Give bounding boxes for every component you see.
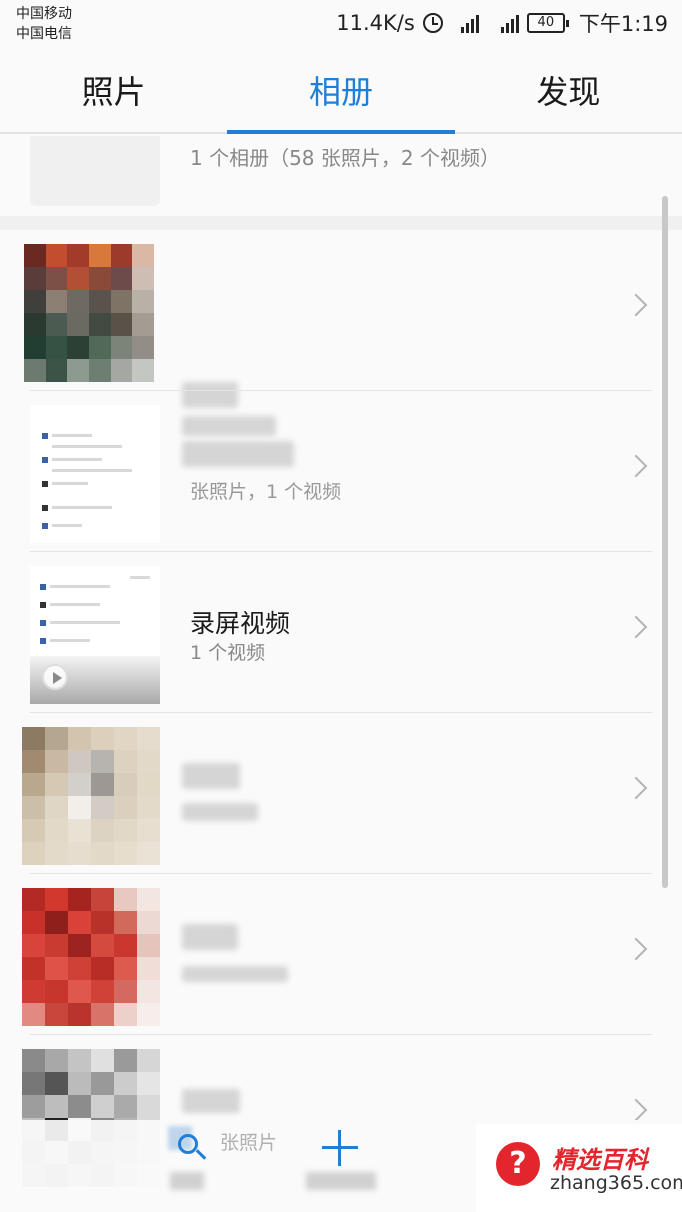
tab-photos[interactable]: 照片 xyxy=(0,50,227,132)
toolbar-label-blurred xyxy=(170,1172,204,1190)
album-item[interactable]: 张照片，1 个视频 xyxy=(0,391,682,552)
summary-thumbnail xyxy=(30,136,160,206)
search-button[interactable] xyxy=(172,1128,212,1168)
screenshot-thumbnail xyxy=(30,405,160,543)
album-summary-row[interactable]: 1 个相册（58 张照片，2 个视频） xyxy=(0,136,682,216)
album-thumbnail xyxy=(24,244,154,382)
status-bar: 中国移动 中国电信 11.4K/s 40 下午1:19 xyxy=(0,0,682,50)
album-count: 张照片，1 个视频 xyxy=(190,481,342,503)
carrier-info: 中国移动 中国电信 xyxy=(16,4,72,44)
album-thumbnail xyxy=(22,888,160,1026)
pixelated-thumbnail xyxy=(24,244,154,382)
album-thumbnail xyxy=(30,566,160,704)
add-album-button[interactable] xyxy=(322,1130,358,1166)
album-count-blurred xyxy=(182,966,288,982)
status-indicators: 11.4K/s 40 下午1:19 xyxy=(336,8,668,38)
video-thumbnail xyxy=(30,566,160,704)
network-speed: 11.4K/s xyxy=(336,11,415,35)
alarm-clock-icon xyxy=(422,13,443,33)
album-list: 1 个相册（58 张照片，2 个视频） 张照片，1 个视频 录屏视频 1 个视频 xyxy=(0,136,682,1196)
album-item[interactable] xyxy=(0,874,682,1035)
album-item[interactable] xyxy=(0,230,682,436)
battery-icon: 40 xyxy=(526,13,569,33)
chevron-right-icon xyxy=(624,293,648,317)
question-mark-icon: ? xyxy=(496,1142,540,1186)
top-tab-bar: 照片 相册 发现 xyxy=(0,50,682,134)
scrollbar[interactable] xyxy=(662,196,668,888)
album-item[interactable] xyxy=(0,713,682,874)
album-summary-text: 1 个相册（58 张照片，2 个视频） xyxy=(190,146,500,170)
chevron-right-icon xyxy=(624,454,648,478)
site-watermark: ? 精选百科 zhang365.com xyxy=(476,1124,682,1212)
album-count: 1 个视频 xyxy=(190,642,266,664)
tab-albums[interactable]: 相册 xyxy=(227,50,456,134)
search-label: 张照片 xyxy=(220,1132,278,1154)
album-thumbnail xyxy=(22,727,160,865)
chevron-right-icon xyxy=(624,937,648,961)
carrier-1: 中国移动 xyxy=(16,6,72,22)
pixelated-thumbnail xyxy=(22,888,160,1026)
section-divider xyxy=(0,216,682,230)
album-name-blurred xyxy=(182,763,240,789)
chevron-right-icon xyxy=(624,615,648,639)
carrier-2: 中国电信 xyxy=(16,26,72,42)
watermark-title: 精选百科 xyxy=(552,1146,648,1174)
tab-discover[interactable]: 发现 xyxy=(455,50,682,132)
chevron-right-icon xyxy=(624,1098,648,1122)
album-name-blurred xyxy=(182,441,294,467)
album-count-blurred xyxy=(182,803,258,821)
status-time: 下午1:19 xyxy=(578,12,668,36)
album-thumbnail xyxy=(30,405,160,543)
toolbar-label-blurred xyxy=(306,1172,376,1190)
album-name: 录屏视频 xyxy=(190,609,291,638)
watermark-url: zhang365.com xyxy=(550,1172,682,1194)
signal-sim1-icon xyxy=(460,13,479,33)
album-item[interactable]: 录屏视频 1 个视频 xyxy=(0,552,682,713)
album-name-blurred xyxy=(182,1089,240,1113)
album-name-blurred xyxy=(182,924,238,950)
signal-sim2-icon xyxy=(500,13,519,33)
chevron-right-icon xyxy=(624,776,648,800)
play-icon xyxy=(42,664,68,690)
pixelated-thumbnail xyxy=(22,727,160,865)
